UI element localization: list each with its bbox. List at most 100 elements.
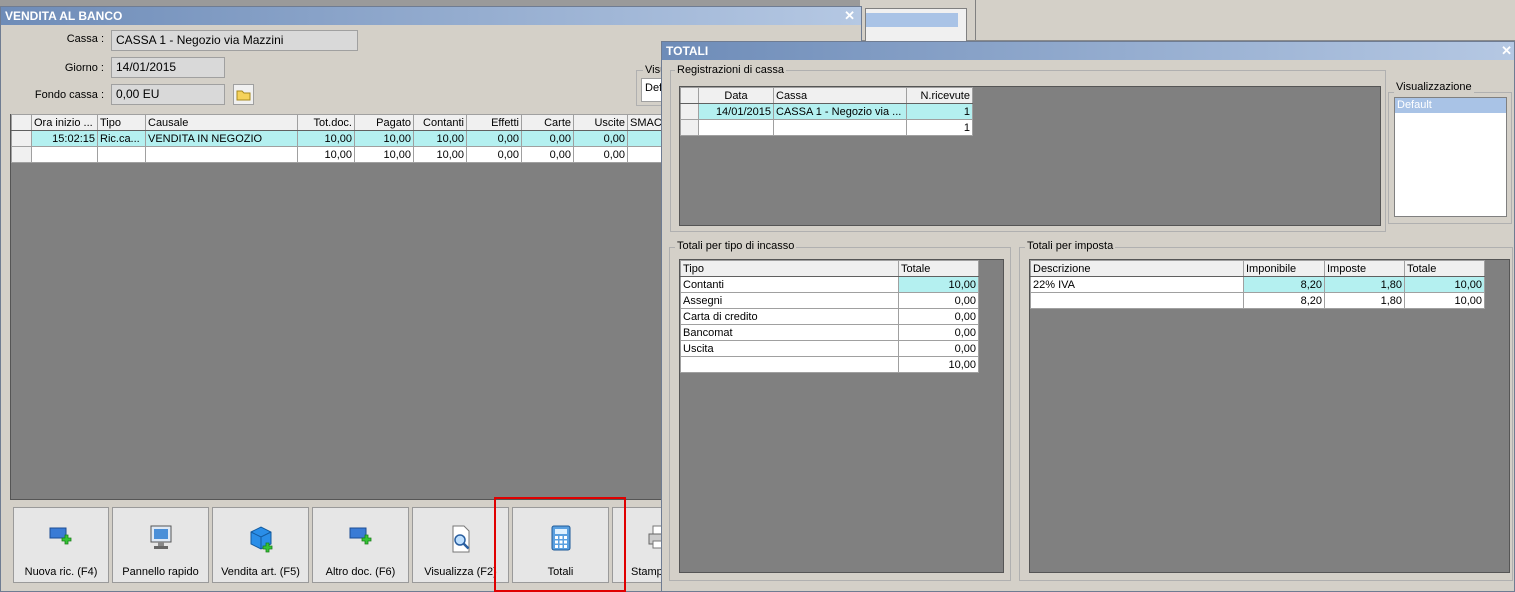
col-carte[interactable]: Carte — [521, 114, 574, 131]
col-totale[interactable]: Totale — [1404, 260, 1485, 277]
altro-doc-label: Altro doc. (F6) — [325, 566, 396, 578]
col-uscite[interactable]: Uscite — [573, 114, 628, 131]
fondo-field[interactable]: 0,00 EU — [111, 84, 225, 105]
stampa-label: Stamp — [631, 566, 663, 578]
table-total-row: 8,20 1,80 10,00 — [1030, 292, 1485, 309]
cell-totdoc: 10,00 — [297, 146, 355, 163]
cell-cassa — [773, 119, 907, 136]
table-row[interactable]: 15:02:15 Ric.ca... VENDITA IN NEGOZIO 10… — [11, 130, 672, 147]
cell-contanti: 10,00 — [413, 146, 467, 163]
cell-data: 14/01/2015 — [698, 103, 774, 120]
background-list-selection — [866, 13, 958, 27]
col-pagato[interactable]: Pagato — [354, 114, 414, 131]
vendita-art-button[interactable]: Vendita art. (F5) — [212, 507, 309, 583]
ricevute-header: Ora inizio ... Tipo Causale Tot.doc. Pag… — [11, 114, 672, 131]
table-row[interactable]: Contanti 10,00 — [680, 276, 979, 293]
row-header-corner — [680, 87, 699, 104]
box-add-icon — [247, 524, 275, 557]
cell-tipo: Carta di credito — [680, 308, 899, 325]
row-header — [11, 146, 32, 163]
col-cassa[interactable]: Cassa — [773, 87, 907, 104]
imposta-header: Descrizione Imponibile Imposte Totale — [1030, 260, 1485, 277]
cell-imposte: 1,80 — [1324, 292, 1405, 309]
giorno-label: Giorno : — [64, 62, 104, 74]
totali-close-icon[interactable]: ✕ — [1501, 42, 1512, 60]
col-contanti[interactable]: Contanti — [413, 114, 467, 131]
cell-totdoc: 10,00 — [297, 130, 355, 147]
altro-doc-button[interactable]: Altro doc. (F6) — [312, 507, 409, 583]
registrazioni-title: Registrazioni di cassa — [675, 64, 786, 76]
col-causale[interactable]: Causale — [145, 114, 298, 131]
table-total-row: 10,00 10,00 10,00 0,00 0,00 0,00 — [11, 146, 672, 163]
cell-data — [698, 119, 774, 136]
ricevute-grid — [10, 114, 662, 500]
cell-totale: 10,00 — [1404, 276, 1485, 293]
monitor-icon — [148, 524, 174, 555]
row-header[interactable] — [680, 103, 699, 120]
visualizzazione-list[interactable]: Default — [1394, 97, 1507, 217]
magnifier-document-icon — [448, 524, 474, 557]
cell-imponibile: 8,20 — [1243, 276, 1325, 293]
col-tipo[interactable]: Tipo — [680, 260, 899, 277]
add-document-icon — [48, 524, 74, 549]
cell-tipo: Assegni — [680, 292, 899, 309]
col-imponibile[interactable]: Imponibile — [1243, 260, 1325, 277]
cell-uscite: 0,00 — [573, 130, 628, 147]
totali-titlebar: TOTALI ✕ — [662, 42, 1514, 60]
table-row[interactable]: 22% IVA 8,20 1,80 10,00 — [1030, 276, 1485, 293]
list-item-default[interactable]: Default — [1395, 98, 1506, 113]
cell-carte: 0,00 — [521, 130, 574, 147]
cell-totale: 10,00 — [898, 276, 979, 293]
table-row[interactable]: 14/01/2015 CASSA 1 - Negozio via ... 1 — [680, 103, 973, 120]
pannello-rapido-label: Pannello rapido — [122, 566, 199, 578]
visualizzazione-title: Visualizzazione — [1394, 81, 1474, 93]
pannello-rapido-button[interactable]: Pannello rapido — [112, 507, 209, 583]
vendita-title: VENDITA AL BANCO — [5, 9, 123, 23]
vendita-art-label: Vendita art. (F5) — [221, 566, 300, 578]
table-total-row: 10,00 — [680, 356, 979, 373]
cell-imposte: 1,80 — [1324, 276, 1405, 293]
cell-carte: 0,00 — [521, 146, 574, 163]
cell-nricevute: 1 — [906, 119, 973, 136]
table-row[interactable]: Assegni 0,00 — [680, 292, 979, 309]
table-row[interactable]: Bancomat 0,00 — [680, 324, 979, 341]
col-tipo[interactable]: Tipo — [97, 114, 146, 131]
nuova-ric-button[interactable]: Nuova ric. (F4) — [13, 507, 109, 583]
tipo-incasso-header: Tipo Totale — [680, 260, 979, 277]
cell-totale: 0,00 — [898, 292, 979, 309]
col-nricevute[interactable]: N.ricevute — [906, 87, 973, 104]
registrazioni-table: Data Cassa N.ricevute 14/01/2015 CASSA 1… — [680, 87, 973, 136]
nuova-ric-label: Nuova ric. (F4) — [24, 566, 98, 578]
col-totdoc[interactable]: Tot.doc. — [297, 114, 355, 131]
cell-causale: VENDITA IN NEGOZIO — [145, 130, 298, 147]
table-row[interactable]: Carta di credito 0,00 — [680, 308, 979, 325]
giorno-field[interactable]: 14/01/2015 — [111, 57, 225, 78]
cassa-label: Cassa : — [66, 33, 104, 45]
background-divider — [975, 0, 976, 40]
cell-descrizione — [1030, 292, 1244, 309]
cell-ora — [31, 146, 98, 163]
cell-tipo: Ric.ca... — [97, 130, 146, 147]
cell-effetti: 0,00 — [466, 130, 522, 147]
col-imposte[interactable]: Imposte — [1324, 260, 1405, 277]
row-header-corner — [11, 114, 32, 131]
cell-cassa: CASSA 1 - Negozio via ... — [773, 103, 907, 120]
folder-icon[interactable] — [233, 84, 254, 105]
cell-pagato: 10,00 — [354, 146, 414, 163]
cell-effetti: 0,00 — [466, 146, 522, 163]
vendita-close-icon[interactable]: ✕ — [844, 7, 855, 25]
row-header — [680, 119, 699, 136]
highlight-box — [494, 497, 626, 592]
cell-descrizione: 22% IVA — [1030, 276, 1244, 293]
row-header[interactable] — [11, 130, 32, 147]
cell-imponibile: 8,20 — [1243, 292, 1325, 309]
table-row[interactable]: Uscita 0,00 — [680, 340, 979, 357]
cell-pagato: 10,00 — [354, 130, 414, 147]
imposta-table: Descrizione Imponibile Imposte Totale 22… — [1030, 260, 1485, 309]
col-data[interactable]: Data — [698, 87, 774, 104]
col-effetti[interactable]: Effetti — [466, 114, 522, 131]
col-totale[interactable]: Totale — [898, 260, 979, 277]
col-descrizione[interactable]: Descrizione — [1030, 260, 1244, 277]
col-ora[interactable]: Ora inizio ... — [31, 114, 98, 131]
cassa-field[interactable]: CASSA 1 - Negozio via Mazzini — [111, 30, 358, 51]
